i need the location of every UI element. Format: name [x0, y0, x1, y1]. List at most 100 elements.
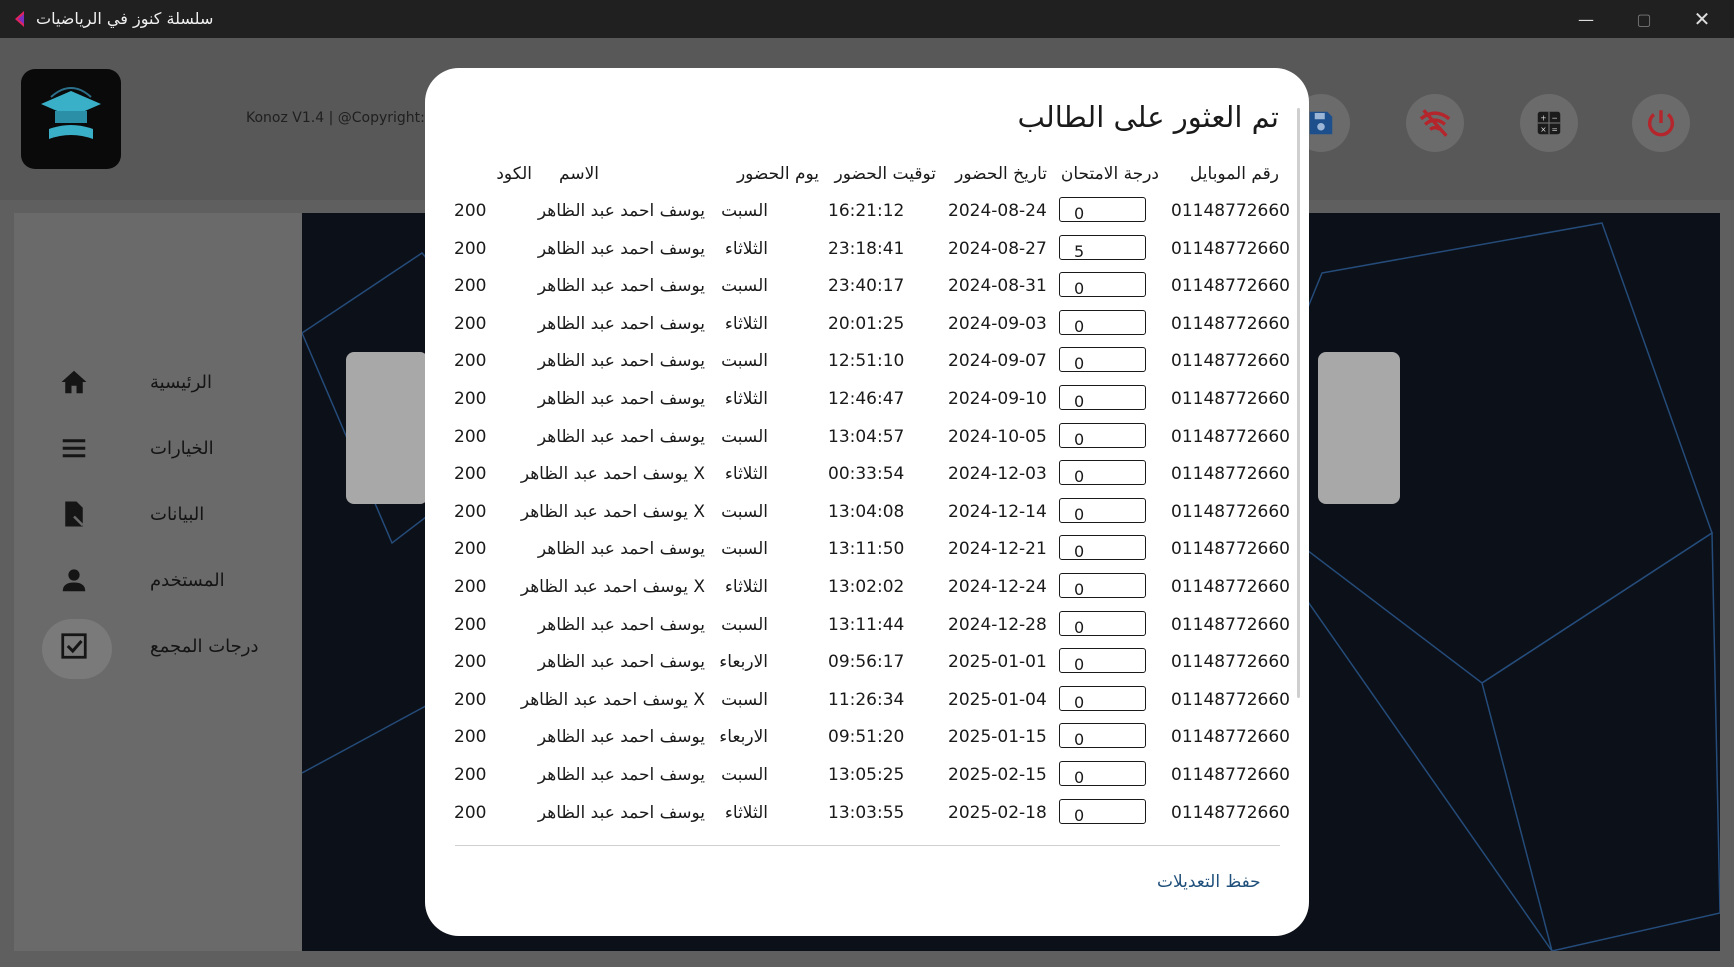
cell-time: 13:03:55: [828, 802, 905, 823]
sidebar-item-options[interactable]: الخيارات: [44, 426, 284, 470]
cell-mobile: 01148772660: [1171, 689, 1290, 710]
cell-code: 200: [454, 614, 487, 635]
cell-day: السبت: [721, 201, 768, 221]
exam-grade-input[interactable]: 0: [1059, 798, 1146, 825]
sidebar: الرئيسية الخيارات البيانات المستخدم درجا…: [14, 213, 302, 951]
table-row: 01148772660 2024-08-24 16:21:12 السبت يوسف ا…: [425, 197, 1309, 231]
table-row: 01148772660 2024-12-24 13:02:02 الثلاثاء X ي…: [425, 573, 1309, 607]
cell-time: 13:11:44: [828, 614, 905, 635]
exam-grade-input[interactable]: 0: [1059, 685, 1146, 712]
sidebar-item-label: درجات المجمع: [150, 635, 259, 657]
column-header-mobile: رقم الموبايل: [1189, 164, 1279, 184]
wifi-off-button[interactable]: [1406, 94, 1464, 152]
exam-grade-input[interactable]: 0: [1059, 347, 1146, 373]
exam-grade-input[interactable]: 0: [1059, 723, 1146, 749]
exam-grade-input[interactable]: 0: [1059, 385, 1146, 411]
cell-mobile: 01148772660: [1171, 501, 1290, 522]
cell-day: الاربعاء: [719, 727, 768, 748]
cell-mobile: 01148772660: [1171, 276, 1290, 297]
minimize-button[interactable]: —: [1558, 0, 1614, 38]
cell-date: 2024-08-24: [948, 201, 1047, 221]
cell-mobile: 01148772660: [1171, 539, 1290, 560]
cell-date: 2024-12-03: [948, 464, 1047, 485]
close-button[interactable]: ✕: [1674, 0, 1730, 38]
student-found-dialog: تم العثور على الطالب رقم الموبايل درجة ا…: [425, 68, 1309, 936]
table-row: 01148772660 2024-12-28 13:11:44 السبت يوسف ا…: [425, 610, 1309, 645]
cell-date: 2024-08-31: [948, 276, 1047, 297]
cell-mobile: 01148772660: [1171, 577, 1290, 597]
cell-date: 2025-01-01: [948, 652, 1047, 673]
exam-grade-input[interactable]: 0: [1059, 497, 1146, 524]
exam-grade-input[interactable]: 0: [1059, 761, 1146, 787]
sidebar-item-home[interactable]: الرئيسية: [44, 360, 284, 404]
cell-day: الثلاثاء: [724, 389, 768, 409]
sidebar-item-grades[interactable]: درجات المجمع: [44, 624, 284, 668]
cell-date: 2024-12-21: [948, 539, 1047, 560]
cell-mobile: 01148772660: [1171, 313, 1290, 334]
cell-day: الثلاثاء: [724, 577, 768, 597]
cell-name: X يوسف احمد عبد الظاهر: [520, 577, 705, 597]
cell-day: الثلاثاء: [724, 464, 768, 485]
app-icon: [15, 11, 24, 27]
exam-grade-input[interactable]: 0: [1059, 422, 1146, 449]
cell-day: الثلاثاء: [724, 802, 768, 823]
table-row: 01148772660 2024-12-03 00:33:54 الثلاثاء X ي…: [425, 460, 1309, 494]
cell-name: يوسف احمد عبد الظاهر: [537, 351, 705, 372]
column-header-name: الاسم: [559, 164, 599, 184]
power-button[interactable]: [1632, 94, 1690, 152]
exam-grade-input[interactable]: 0: [1059, 197, 1146, 223]
wifi-off-icon: [1419, 109, 1451, 137]
cell-date: 2024-09-07: [948, 351, 1047, 372]
cell-code: 200: [454, 765, 487, 785]
home-icon: [58, 366, 90, 398]
exam-grade-input[interactable]: 0: [1059, 573, 1146, 599]
sidebar-item-user[interactable]: المستخدم: [44, 558, 284, 602]
cell-date: 2025-02-18: [948, 802, 1047, 823]
exam-grade-input[interactable]: 0: [1059, 460, 1146, 486]
cell-mobile: 01148772660: [1171, 765, 1290, 785]
calculator-button[interactable]: + − × =: [1520, 94, 1578, 152]
exam-grade-input[interactable]: 5: [1059, 234, 1146, 261]
table-row: 01148772660 2025-02-15 13:05:25 السبت يوسف ا…: [425, 761, 1309, 795]
cell-name: يوسف احمد عبد الظاهر: [537, 389, 705, 409]
cell-code: 200: [454, 652, 487, 673]
exam-grade-input[interactable]: 0: [1059, 272, 1146, 298]
calculator-icon: + − × =: [1537, 111, 1561, 135]
svg-text:=: =: [1551, 125, 1557, 134]
checkbox-icon: [58, 630, 90, 662]
version-text: Konoz V1.4 | @Copyright: Al: [246, 110, 443, 126]
cell-day: السبت: [721, 351, 768, 372]
table-row: 01148772660 2024-08-27 23:18:41 الثلاثاء يوس…: [425, 234, 1309, 269]
cell-day: السبت: [721, 689, 768, 710]
cell-date: 2024-12-28: [948, 614, 1047, 635]
content-card: [346, 352, 428, 504]
cell-name: يوسف احمد عبد الظاهر: [537, 201, 705, 221]
cell-day: السبت: [721, 539, 768, 560]
cell-name: يوسف احمد عبد الظاهر: [537, 276, 705, 297]
cell-code: 200: [454, 276, 487, 297]
save-icon: [1309, 111, 1333, 135]
table-row: 01148772660 2024-10-05 13:04:57 السبت يوسف ا…: [425, 422, 1309, 457]
cell-time: 20:01:25: [828, 313, 905, 334]
cell-code: 200: [454, 313, 487, 334]
sidebar-item-data[interactable]: البيانات: [44, 492, 284, 536]
cell-mobile: 01148772660: [1171, 802, 1290, 823]
app-logo: [21, 69, 121, 169]
svg-text:−: −: [1551, 114, 1557, 123]
cell-name: X يوسف احمد عبد الظاهر: [520, 464, 705, 485]
scrollbar[interactable]: [1297, 108, 1300, 698]
exam-grade-input[interactable]: 0: [1059, 648, 1146, 674]
cell-code: 200: [454, 501, 487, 522]
maximize-button[interactable]: ▢: [1616, 0, 1672, 38]
cell-time: 13:04:57: [828, 426, 905, 447]
exam-grade-input[interactable]: 0: [1059, 535, 1146, 561]
exam-grade-input[interactable]: 0: [1059, 610, 1146, 637]
exam-grade-input[interactable]: 0: [1059, 309, 1146, 336]
save-changes-button[interactable]: حفظ التعديلات: [1157, 872, 1261, 892]
graduation-cap-icon: [41, 87, 101, 139]
document-icon: [58, 498, 90, 530]
cell-time: 13:02:02: [828, 577, 905, 597]
cell-date: 2024-12-14: [948, 501, 1047, 522]
cell-date: 2024-09-10: [948, 389, 1047, 409]
table-row: 01148772660 2025-02-18 13:03:55 الثلاثاء يوس…: [425, 798, 1309, 833]
